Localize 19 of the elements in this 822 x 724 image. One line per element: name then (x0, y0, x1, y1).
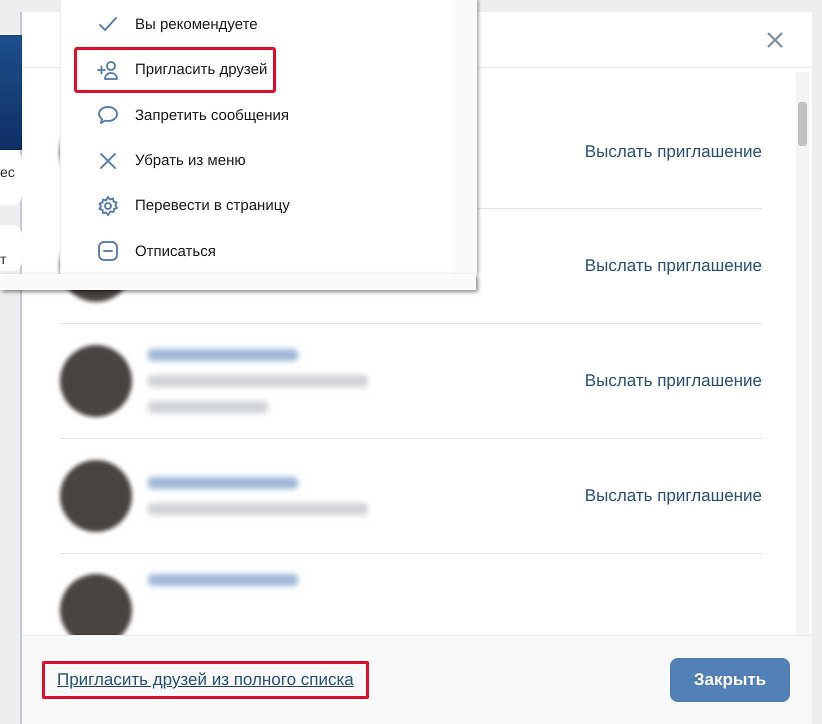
send-invite-link[interactable]: Выслать приглашение (584, 371, 762, 391)
invite-all-link[interactable]: Пригласить друзей из полного списка (42, 661, 369, 699)
card-text: т (0, 250, 6, 267)
menu-item[interactable]: Запретить сообщения (74, 92, 298, 138)
add-person-icon (97, 58, 119, 81)
minus-square-icon (97, 240, 119, 262)
close-button[interactable]: Закрыть (670, 658, 790, 702)
menu-item[interactable]: Убрать из меню (74, 138, 255, 184)
send-invite-link[interactable]: Выслать приглашение (584, 486, 762, 506)
card-text: ес (0, 163, 16, 180)
send-invite-link[interactable]: Выслать приглашение (584, 142, 762, 162)
settings-icon (97, 194, 119, 217)
send-invite-link[interactable]: Выслать приглашение (584, 256, 762, 276)
menu-item[interactable]: Пригласить друзей (74, 47, 276, 93)
speech-bubble-icon (97, 104, 119, 126)
menu-item[interactable]: Перевести в страницу (74, 183, 299, 229)
menu-item[interactable]: Отписаться (74, 228, 225, 274)
close-icon[interactable] (766, 30, 784, 48)
menu-item[interactable]: Вы рекомендуете (74, 2, 267, 48)
